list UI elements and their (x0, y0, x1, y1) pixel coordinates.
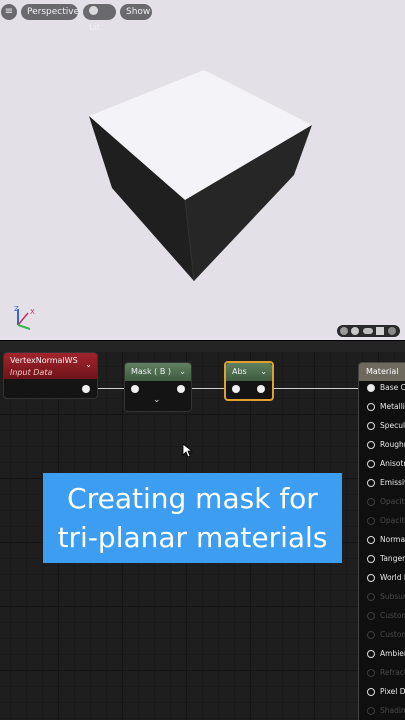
material-input-label: Tangen (380, 554, 405, 563)
caption-line-1: Creating mask for (67, 482, 318, 515)
axis-gizmo: Z X (14, 305, 35, 330)
material-input-row[interactable]: Ambien (359, 647, 405, 661)
material-input-row[interactable]: Metallic (359, 400, 405, 414)
material-input-row[interactable]: Custom (359, 609, 405, 623)
expand-chevron-icon[interactable]: ⌄ (153, 395, 161, 405)
cube-preview (89, 70, 312, 282)
material-input-pin[interactable] (367, 384, 375, 392)
material-input-label: Custom (380, 630, 405, 639)
material-input-pin[interactable] (367, 650, 375, 658)
material-input-row[interactable]: Refract (359, 666, 405, 680)
material-input-row[interactable]: Subsurf (359, 590, 405, 604)
plane-icon[interactable] (363, 328, 373, 334)
abs-node-title: Abs (232, 367, 247, 376)
material-input-pin[interactable] (367, 593, 375, 601)
abs-node[interactable]: Abs ⌄ (224, 361, 274, 401)
material-input-row[interactable]: Normal (359, 533, 405, 547)
teapot-icon[interactable] (388, 327, 396, 335)
material-input-pin[interactable] (367, 422, 375, 430)
chevron-down-icon[interactable]: ⌄ (179, 363, 186, 381)
material-input-row[interactable]: Specula (359, 419, 405, 433)
material-input-pin[interactable] (367, 669, 375, 677)
material-input-label: Shadin (380, 706, 405, 715)
material-input-pin[interactable] (367, 460, 375, 468)
material-input-pin[interactable] (367, 479, 375, 487)
material-input-label: Refract (380, 668, 405, 677)
abs-input-pin[interactable] (232, 385, 240, 393)
material-input-row[interactable]: Opacity (359, 495, 405, 509)
material-input-pin[interactable] (367, 498, 375, 506)
material-node-title: Material (359, 363, 405, 381)
material-input-label: Emissiv (380, 478, 405, 487)
vertex-node-title: VertexNormalWS (10, 356, 78, 365)
material-input-label: Custom (380, 611, 405, 620)
material-input-row[interactable]: Tangen (359, 552, 405, 566)
mouse-cursor-icon (182, 443, 194, 458)
material-input-label: Metallic (380, 402, 405, 411)
material-input-label: Subsurf (380, 592, 405, 601)
vertex-output-pin[interactable] (82, 385, 90, 393)
material-input-pin[interactable] (367, 612, 375, 620)
material-result-node[interactable]: Material Base Co Metallic Specula Roughn Ani… (358, 362, 405, 720)
vertex-node-subtitle: Input Data (10, 368, 53, 377)
material-input-row[interactable]: Base Co (359, 381, 405, 395)
cylinder-icon[interactable] (340, 327, 348, 335)
material-input-pin[interactable] (367, 517, 375, 525)
material-input-row[interactable]: Roughn (359, 438, 405, 452)
caption-line-2: tri-planar materials (57, 521, 328, 554)
material-input-label: Opacity (380, 497, 405, 506)
material-input-label: Specula (380, 421, 405, 430)
viewport[interactable]: ≡ Perspective Lit Show Z X (0, 0, 405, 340)
mask-node-title: Mask ( B ) (131, 367, 171, 376)
mask-output-pin[interactable] (177, 385, 185, 393)
material-input-label: World P (380, 573, 405, 582)
view-mode-buttons[interactable] (337, 325, 400, 337)
chevron-down-icon[interactable]: ⌄ (260, 363, 267, 381)
material-input-label: Base Co (380, 383, 405, 392)
material-input-label: Normal (380, 535, 405, 544)
material-input-pin[interactable] (367, 555, 375, 563)
video-caption: Creating mask for tri-planar materials (43, 473, 342, 563)
material-input-pin[interactable] (367, 688, 375, 696)
material-input-row[interactable]: Shadin (359, 704, 405, 718)
material-input-pin[interactable] (367, 707, 375, 715)
material-input-row[interactable]: Pixel De (359, 685, 405, 699)
axis-x-label: X (30, 308, 35, 316)
material-input-row[interactable]: World P (359, 571, 405, 585)
material-input-pin[interactable] (367, 631, 375, 639)
material-input-label: Opacity (380, 516, 405, 525)
sphere-icon[interactable] (351, 327, 359, 335)
mask-input-pin[interactable] (131, 385, 139, 393)
material-input-pin[interactable] (367, 574, 375, 582)
material-input-pin[interactable] (367, 403, 375, 411)
material-input-row[interactable]: Emissiv (359, 476, 405, 490)
material-input-row[interactable]: Anisotr (359, 457, 405, 471)
chevron-down-icon[interactable]: ⌄ (85, 359, 92, 371)
material-input-pin[interactable] (367, 441, 375, 449)
material-input-row[interactable]: Opacity (359, 514, 405, 528)
axis-z-label: Z (14, 305, 19, 313)
vertex-normal-node[interactable]: VertexNormalWS Input Data ⌄ (3, 352, 98, 399)
material-input-label: Pixel De (380, 687, 405, 696)
wire-abs-to-material (268, 388, 363, 389)
abs-output-pin[interactable] (257, 385, 265, 393)
cube-icon[interactable] (376, 327, 384, 335)
material-input-label: Anisotr (380, 459, 405, 468)
material-input-label: Ambien (380, 649, 405, 658)
mask-node[interactable]: Mask ( B ) ⌄ ⌄ (124, 362, 192, 412)
material-input-label: Roughn (380, 440, 405, 449)
material-input-row[interactable]: Custom (359, 628, 405, 642)
material-input-pin[interactable] (367, 536, 375, 544)
